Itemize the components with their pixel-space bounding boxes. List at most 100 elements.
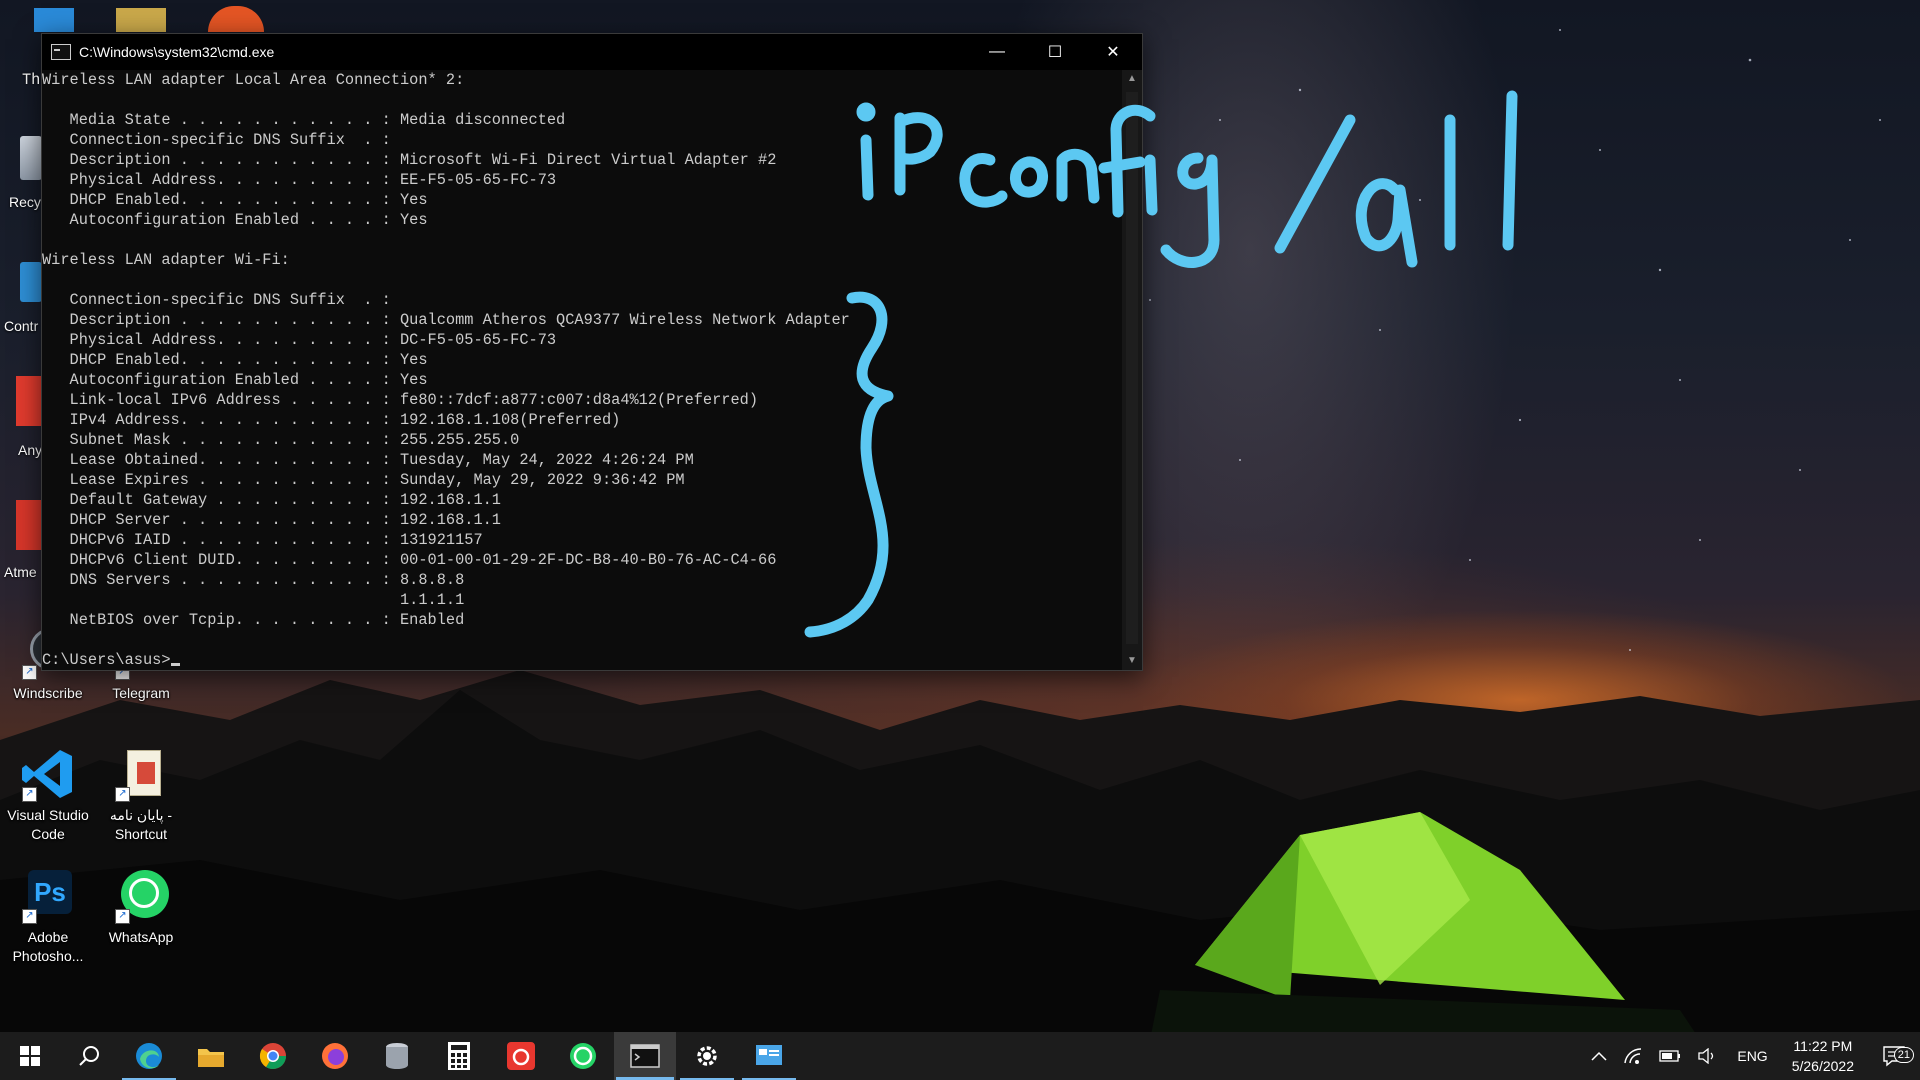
taskbar: ENG 11:22 PM 5/26/2022 21: [0, 1032, 1920, 1080]
console-line: DNS Servers . . . . . . . . . . . : 8.8.…: [42, 571, 465, 589]
taskbar-file-explorer[interactable]: [180, 1032, 242, 1080]
anydesk-partial-label[interactable]: Any: [18, 442, 42, 458]
taskbar-cmd[interactable]: [614, 1032, 676, 1080]
console-line: Lease Obtained. . . . . . . . . . : Tues…: [42, 451, 694, 469]
whatsapp-icon: ↗: [113, 868, 169, 924]
console-line: Wireless LAN adapter Local Area Connecti…: [42, 71, 465, 89]
console-line: Connection-specific DNS Suffix . :: [42, 291, 391, 309]
console-line: 1.1.1.1: [42, 591, 465, 609]
desktop-icon-label: WhatsApp: [108, 929, 174, 945]
scrollbar-thumb[interactable]: [1126, 92, 1138, 644]
show-hidden-icons-button[interactable]: [1583, 1051, 1615, 1061]
taskbar-settings[interactable]: [676, 1032, 738, 1080]
desktop-icon-label: پایان نامه - Shortcut: [109, 807, 173, 842]
control-panel-partial-label[interactable]: Contr: [4, 318, 38, 334]
cmd-titlebar[interactable]: C:\Windows\system32\cmd.exe — ☐ ✕: [42, 34, 1142, 70]
top-icons-peek: [34, 8, 74, 32]
console-line: DHCP Enabled. . . . . . . . . . . : Yes: [42, 351, 428, 369]
atmel-partial-label[interactable]: Atme: [4, 564, 37, 580]
minimize-button[interactable]: —: [968, 34, 1026, 70]
taskbar-red-app[interactable]: [490, 1032, 552, 1080]
anydesk-icon[interactable]: [16, 376, 42, 426]
recycle-bin-icon[interactable]: [20, 136, 42, 180]
console-line: Description . . . . . . . . . . . : Qual…: [42, 311, 850, 329]
edge-icon: [136, 1043, 162, 1069]
window-title: C:\Windows\system32\cmd.exe: [79, 44, 275, 60]
text-cursor: [170, 663, 180, 666]
scroll-up-icon[interactable]: ▲: [1122, 70, 1142, 88]
photoshop-icon: Ps ↗: [20, 868, 76, 924]
close-button[interactable]: ✕: [1084, 34, 1142, 70]
cmd-app-icon: [51, 44, 71, 60]
console-overlap-text: Th: [22, 71, 41, 89]
start-button[interactable]: [0, 1032, 60, 1080]
network-button[interactable]: [1615, 1047, 1651, 1065]
prompt-text: C:\Users\asus>: [42, 651, 171, 669]
console-scrollbar[interactable]: ▲ ▼: [1122, 70, 1142, 670]
database-icon: [386, 1043, 408, 1069]
control-panel-icon[interactable]: [20, 262, 42, 302]
console-line: DHCPv6 Client DUID. . . . . . . . : 00-0…: [42, 551, 777, 569]
console-line: Subnet Mask . . . . . . . . . . . : 255.…: [42, 431, 520, 449]
speaker-icon: [1698, 1048, 1714, 1064]
console-line: DHCPv6 IAID . . . . . . . . . . . : 1319…: [42, 531, 483, 549]
folder-icon: [198, 1049, 224, 1067]
console-line: Link-local IPv6 Address . . . . . : fe80…: [42, 391, 759, 409]
atmel-icon[interactable]: [16, 500, 42, 550]
maximize-button[interactable]: ☐: [1026, 34, 1084, 70]
taskbar-chrome[interactable]: [242, 1032, 304, 1080]
desktop-icon-thesis-shortcut[interactable]: ↗ پایان نامه - Shortcut: [95, 746, 187, 844]
windows-start-icon: [20, 1046, 40, 1066]
language-indicator[interactable]: ENG: [1725, 1048, 1779, 1064]
console-line: NetBIOS over Tcpip. . . . . . . . : Enab…: [42, 611, 465, 629]
terminal-icon: [630, 1044, 660, 1068]
scroll-down-icon[interactable]: ▼: [1122, 652, 1142, 670]
taskbar-control-panel[interactable]: [738, 1032, 800, 1080]
search-icon: [79, 1046, 99, 1066]
wifi-icon: [1624, 1048, 1642, 1064]
clock-time: 11:22 PM: [1793, 1038, 1853, 1054]
vscode-icon: ↗: [20, 746, 76, 802]
volume-button[interactable]: [1689, 1048, 1725, 1064]
desktop-icon-whatsapp[interactable]: ↗ WhatsApp: [95, 868, 187, 947]
desktop-icon-vscode[interactable]: ↗ Visual Studio Code: [2, 746, 94, 844]
console-line: IPv4 Address. . . . . . . . . . . : 192.…: [42, 411, 621, 429]
system-tray: ENG 11:22 PM 5/26/2022 21: [1583, 1032, 1920, 1080]
red-app-icon: [507, 1042, 535, 1070]
mail-icon-peek: [116, 8, 166, 32]
console-prompt[interactable]: C:\Users\asus>: [42, 650, 1122, 670]
taskbar-firefox[interactable]: [304, 1032, 366, 1080]
desktop-icon-photoshop[interactable]: Ps ↗ Adobe Photosho...: [2, 868, 94, 966]
console-line: Wireless LAN adapter Wi-Fi:: [42, 251, 290, 269]
cmd-window[interactable]: C:\Windows\system32\cmd.exe — ☐ ✕ Wirele…: [41, 33, 1143, 671]
notification-center-button[interactable]: 21: [1866, 1045, 1920, 1067]
console-output[interactable]: Wireless LAN adapter Local Area Connecti…: [42, 70, 1122, 670]
console-line: Description . . . . . . . . . . . : Micr…: [42, 151, 777, 169]
taskbar-calculator[interactable]: [428, 1032, 490, 1080]
battery-button[interactable]: [1651, 1049, 1689, 1063]
control-panel-icon: [756, 1045, 782, 1065]
clock-date: 5/26/2022: [1791, 1058, 1854, 1074]
desktop-icon-label: Adobe Photosho...: [12, 929, 84, 964]
battery-icon: [1659, 1050, 1681, 1062]
search-button[interactable]: [60, 1032, 118, 1080]
gear-icon: [697, 1046, 717, 1066]
clock[interactable]: 11:22 PM 5/26/2022: [1780, 1036, 1866, 1076]
taskbar-whatsapp[interactable]: [552, 1032, 614, 1080]
console-line: Autoconfiguration Enabled . . . . : Yes: [42, 211, 428, 229]
taskbar-database[interactable]: [366, 1032, 428, 1080]
chrome-icon: [259, 1043, 287, 1070]
console-line: Physical Address. . . . . . . . . : DC-F…: [42, 331, 557, 349]
console-line: Physical Address. . . . . . . . . : EE-F…: [42, 171, 557, 189]
calculator-icon: [448, 1042, 470, 1070]
recycle-bin-partial-label[interactable]: Recy: [9, 194, 41, 210]
console-line: Media State . . . . . . . . . . . : Medi…: [42, 111, 566, 129]
taskbar-edge[interactable]: [118, 1032, 180, 1080]
desktop-icon-label: Visual Studio Code: [7, 807, 89, 842]
console-line: Autoconfiguration Enabled . . . . : Yes: [42, 371, 428, 389]
console-line: DHCP Enabled. . . . . . . . . . . : Yes: [42, 191, 428, 209]
